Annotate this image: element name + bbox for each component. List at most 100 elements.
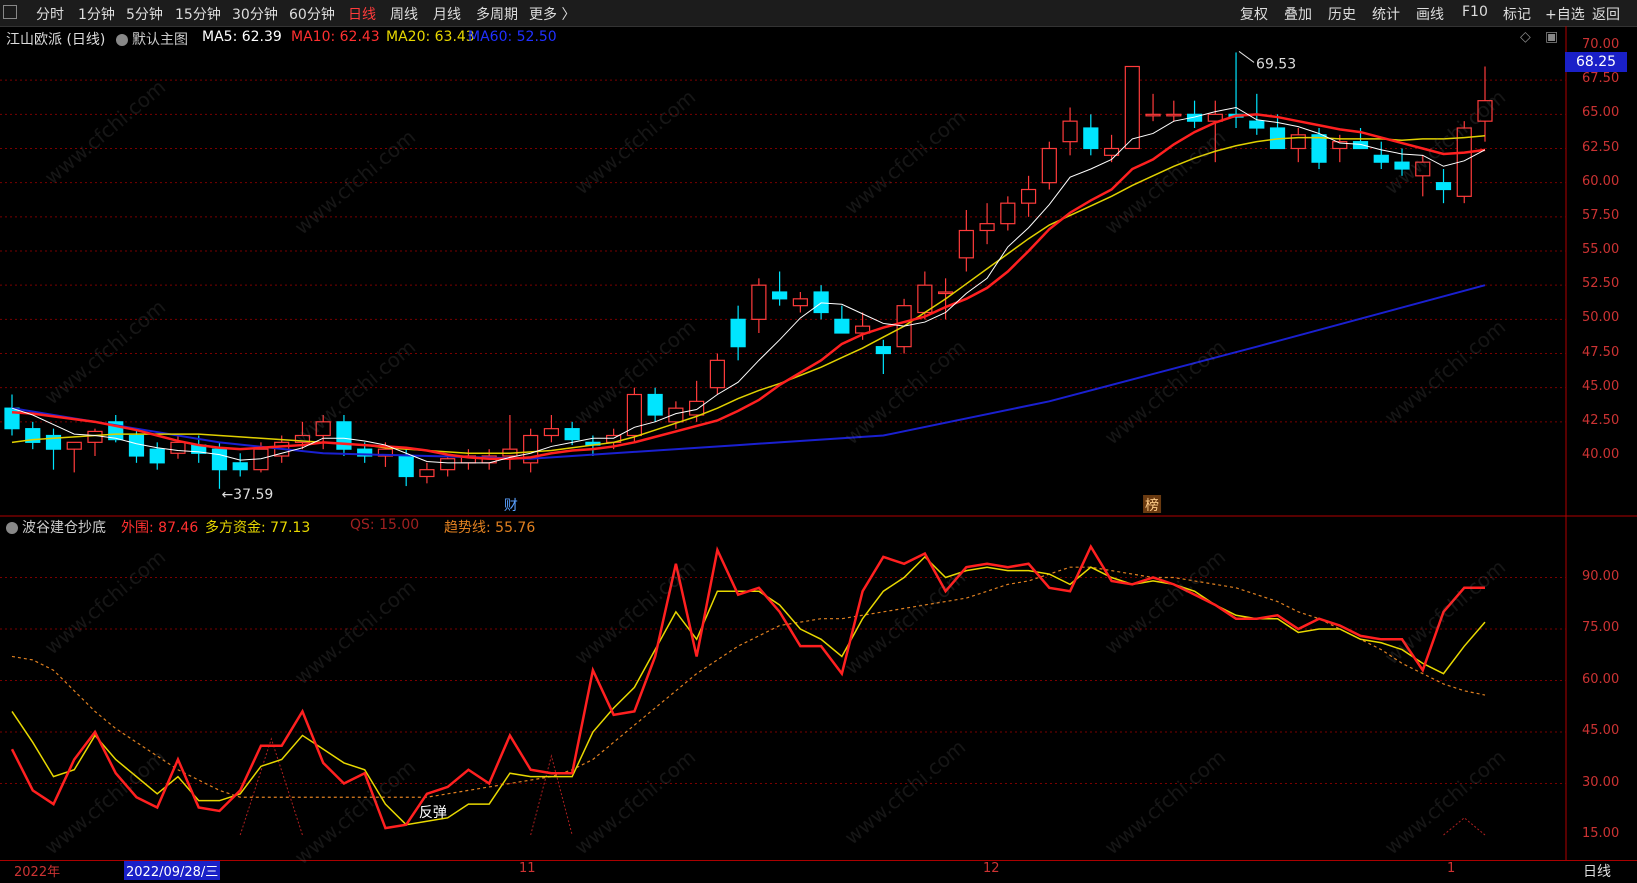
chevron-down-icon — [116, 34, 128, 46]
candle — [419, 469, 435, 478]
diamond-icon[interactable]: ◇ — [1520, 29, 1531, 45]
candle — [170, 441, 186, 454]
qs-label: QS: 15.00 — [350, 517, 420, 533]
candle — [1373, 154, 1389, 163]
candle — [128, 434, 145, 457]
price-tick-label: 52.50 — [1582, 276, 1620, 292]
candle — [730, 318, 746, 348]
candle — [1352, 141, 1369, 150]
candle — [813, 291, 829, 314]
candle — [979, 223, 995, 232]
candle — [211, 448, 228, 471]
candle — [440, 458, 456, 471]
price-tick-label: 60.00 — [1582, 173, 1620, 189]
price-tick-label: 40.00 — [1582, 447, 1620, 462]
price-tick-label: 47.50 — [1582, 344, 1620, 360]
candle — [564, 428, 580, 441]
candle — [772, 291, 788, 300]
candle — [937, 291, 954, 295]
month-12-label: 12 — [983, 861, 1000, 876]
qs-spike — [239, 737, 303, 836]
candle — [1394, 161, 1410, 170]
candle — [1477, 100, 1493, 122]
price-tick-label: 50.00 — [1582, 310, 1620, 326]
duofang-label: 多方资金: 77.13 — [205, 520, 311, 536]
year-label: 2022年 — [14, 865, 61, 880]
chevron-down-icon — [6, 522, 18, 534]
price-tick-label: 45.00 — [1582, 378, 1620, 394]
waiwei-line — [10, 543, 1485, 830]
indicator-tick-label: 60.00 — [1582, 671, 1620, 687]
rebound-label: 反弹 — [419, 805, 447, 821]
price-tick-label: 70.00 — [1582, 37, 1620, 52]
candle — [1041, 147, 1057, 184]
candle — [1415, 161, 1431, 177]
candle — [834, 318, 850, 334]
candle — [66, 441, 82, 450]
mode-label: 默认主图 — [132, 32, 188, 48]
qs-spike — [1443, 817, 1486, 836]
waiwei-label: 外围: 87.46 — [121, 520, 199, 536]
duofang-line — [11, 555, 1486, 826]
indicator-name: 波谷建仓抄底 — [22, 520, 106, 536]
date-axis — [0, 860, 1637, 883]
candle — [792, 298, 808, 307]
candle — [1124, 65, 1140, 150]
stock-chart[interactable]: 69.53 ←37.59 财 榜反弹 — [0, 0, 1637, 882]
low-price-label: ←37.59 — [221, 487, 273, 503]
current-price-tag: 68.25 — [1565, 52, 1627, 72]
candle — [1020, 188, 1037, 204]
ma10-label: MA10: 62.43 — [291, 29, 380, 45]
ma20-label: MA20: 63.43 — [386, 29, 475, 45]
candle — [875, 346, 891, 355]
candle — [751, 284, 767, 320]
indicator-selector[interactable]: 波谷建仓抄底 — [6, 517, 106, 537]
price-tick-label: 62.50 — [1582, 139, 1620, 155]
qs-spike — [530, 754, 573, 836]
candle — [1435, 182, 1452, 191]
price-tick-label: 65.00 — [1582, 105, 1620, 121]
price-tick-label: 42.50 — [1582, 412, 1620, 428]
high-pointer — [1238, 51, 1255, 63]
period-label[interactable]: 日线 — [1583, 861, 1611, 881]
ma10-line — [11, 113, 1486, 460]
main-chart-mode-selector[interactable]: 默认主图 — [116, 29, 188, 49]
indicator-tick-label: 45.00 — [1582, 723, 1620, 738]
candle — [1145, 113, 1161, 117]
candle — [398, 455, 414, 478]
ma5-line — [11, 106, 1486, 464]
selected-date: 2022/09/28/三 — [124, 861, 221, 880]
price-tick-label: 57.50 — [1582, 207, 1620, 223]
stock-title: 江山欧派 (日线) — [6, 32, 106, 48]
month-1-label: 1 — [1447, 861, 1456, 876]
ma5-label: MA5: 62.39 — [202, 29, 282, 45]
candle — [709, 359, 725, 389]
candle — [1083, 127, 1099, 150]
candle — [315, 421, 331, 437]
candle — [543, 428, 560, 437]
price-tick-label: 55.00 — [1582, 242, 1620, 257]
trend-line — [11, 566, 1486, 798]
indicator-tick-label: 30.00 — [1582, 774, 1620, 790]
candle — [149, 448, 165, 464]
candle — [1166, 113, 1182, 117]
candle — [647, 393, 663, 416]
trend-label: 趋势线: 55.76 — [444, 520, 536, 536]
candle — [958, 229, 974, 259]
candle — [1062, 120, 1078, 143]
candle — [1311, 134, 1327, 163]
candle — [1249, 120, 1265, 129]
price-tick-label: 67.50 — [1582, 71, 1620, 87]
candle — [1000, 202, 1016, 225]
indicator-tick-label: 75.00 — [1582, 620, 1620, 635]
candle — [232, 462, 248, 471]
month-11-label: 11 — [519, 861, 536, 876]
finance-marker: 财 — [504, 498, 518, 514]
candle — [87, 430, 103, 443]
panel-toggle-icon[interactable]: ▣ — [1545, 29, 1558, 45]
high-price-label: 69.53 — [1256, 56, 1296, 72]
candle — [668, 407, 684, 423]
rank-marker: 榜 — [1145, 497, 1159, 514]
indicator-tick-label: 90.00 — [1582, 568, 1620, 584]
candle — [4, 407, 20, 430]
